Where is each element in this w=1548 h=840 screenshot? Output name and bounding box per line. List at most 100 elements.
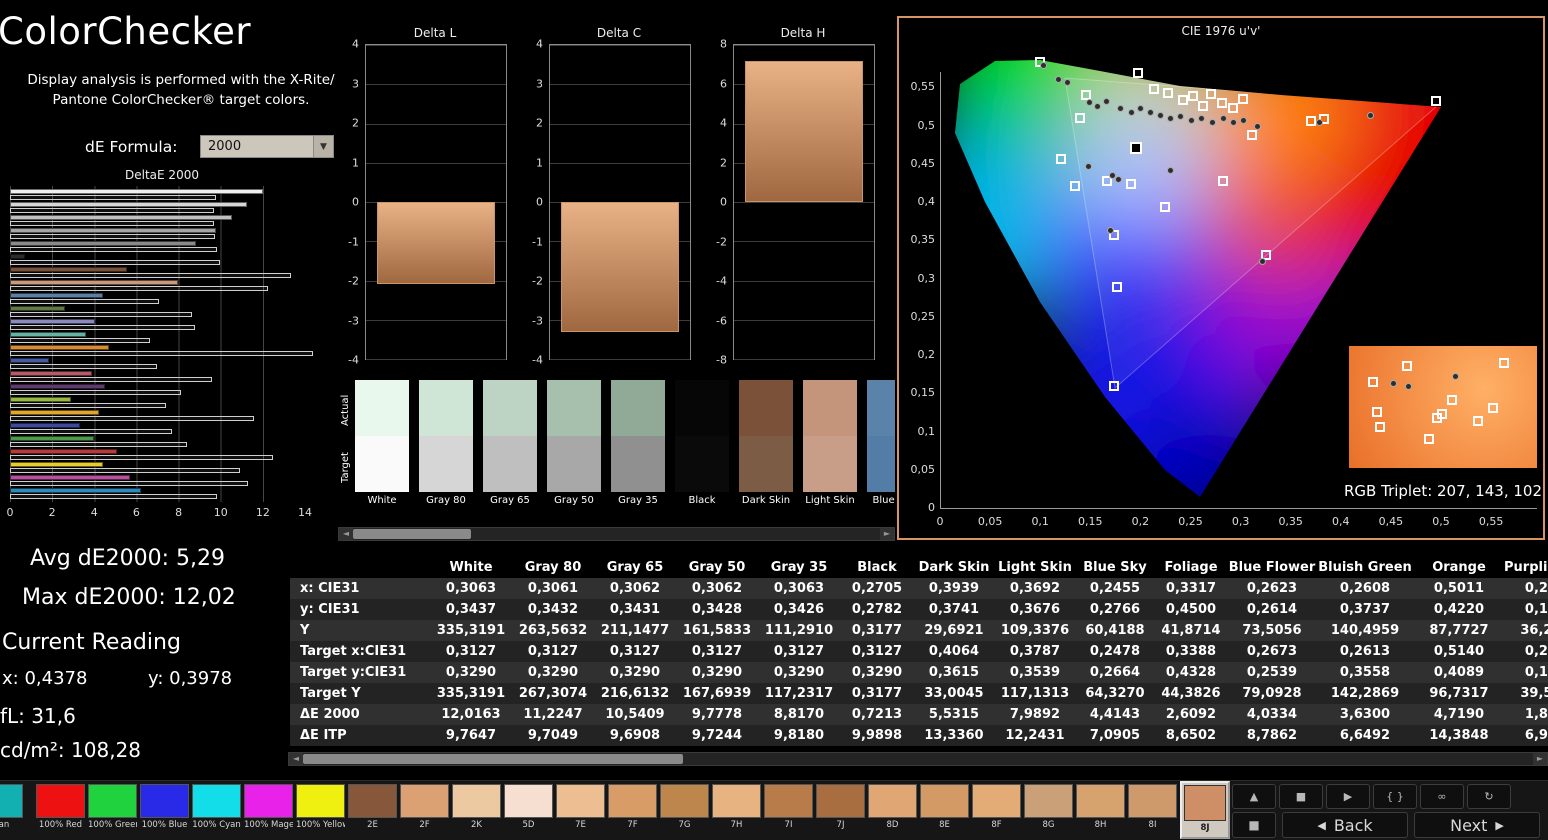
row-label: y: CIE31 [290,599,430,620]
table-cell: 140,4959 [1316,620,1414,641]
de2000-bar [10,462,103,467]
refresh-button[interactable]: ↻ [1467,784,1511,809]
actual-row-label: Actual [340,382,353,438]
table-cell: 111,2910 [758,620,840,641]
patch-label: 7E [556,820,605,830]
braces-button[interactable]: { } [1373,784,1417,809]
table-cell: 44,3826 [1154,683,1228,704]
swatch-strip-scrollbar[interactable]: ◄► [338,527,895,541]
inset-target-point [1368,377,1378,387]
table-cell: 73,5056 [1228,620,1316,641]
patch-color [192,784,241,818]
de2000-bar [10,488,141,493]
toolbar-patch-100-green[interactable]: 100% Green [88,784,137,836]
gridline [550,359,690,360]
y-axis-labels: 43210-1-2-3-4 [522,44,546,360]
table-row: y: CIE310,34370,34320,34310,34280,34260,… [290,599,1548,620]
toolbar-patch-100-blue[interactable]: 100% Blue [140,784,189,836]
scroll-left-button[interactable]: ◄ [289,753,303,765]
stop-button[interactable]: ■ [1232,812,1276,838]
patch-label: 7J [816,820,865,830]
next-button[interactable]: Next ▶ [1414,812,1540,838]
gridline [734,241,874,242]
toolbar-patch-5d[interactable]: 5D [504,784,553,836]
toolbar-patch-8f[interactable]: 8F [972,784,1021,836]
table-cell: 0,3063 [758,578,840,599]
measured-point [1167,167,1174,174]
column-header: Bluish Green [1316,556,1414,578]
measured-point [1177,113,1184,120]
toolbar-patch-7i[interactable]: 7I [764,784,813,836]
scroll-right-button[interactable]: ► [1533,753,1547,765]
patch-label: 100% Yellow [296,820,345,830]
table-cell: 335,3191 [430,620,512,641]
toolbar-patch-7f[interactable]: 7F [608,784,657,836]
target-point [1247,130,1257,140]
toolbar-patch-7j[interactable]: 7J [816,784,865,836]
deitp-bar [10,455,273,460]
chart-plot [549,44,691,360]
axis-tick-label: -8 [716,354,727,367]
de-formula-dropdown[interactable]: 2000 ▼ [200,135,334,158]
back-button[interactable]: ◀ Back [1282,812,1408,838]
toolbar-patch-7h[interactable]: 7H [712,784,761,836]
toolbar-patch-8e[interactable]: 8E [920,784,969,836]
patch-label: 8D [868,820,917,830]
infinity-button[interactable]: ∞ [1420,784,1464,809]
chart-title: Delta L [360,26,510,40]
patch-label: 5D [504,820,553,830]
toolbar-patch-8g[interactable]: 8G [1024,784,1073,836]
toolbar-patch-2k[interactable]: 2K [452,784,501,836]
de2000-bar [10,241,196,246]
target-point [1188,91,1198,101]
table-cell: 0,3127 [512,641,594,662]
column-header: Dark Skin [914,556,994,578]
toolbar-patch-100-magenta[interactable]: 100% Magenta [244,784,293,836]
scroll-right-button[interactable]: ► [880,528,894,540]
target-point [1228,103,1238,113]
toolbar-patch-cyan[interactable]: Cyan [0,784,23,836]
color-patch-label: Gray 35 [611,495,665,506]
toolbar-patch-8j[interactable]: 8J [1180,781,1230,839]
deitp-bar [10,221,214,226]
patch-label: 100% Magenta [244,820,293,830]
table-cell: 0,4089 [1414,662,1504,683]
actual-swatch [611,380,665,436]
play-button[interactable]: ▶ [1326,784,1370,809]
toolbar-patch-100-red[interactable]: 100% Red [36,784,85,836]
target-swatch [419,436,473,492]
patch-label: 2F [400,820,449,830]
scroll-left-button[interactable]: ◄ [339,528,353,540]
toolbar-patch-7g[interactable]: 7G [660,784,709,836]
toolbar-patch-2e[interactable]: 2E [348,784,397,836]
caret-up-button[interactable]: ▲ [1232,784,1276,809]
delta-value-bar [561,202,679,332]
scroll-thumb[interactable] [303,754,683,764]
deitp-bar [10,468,240,473]
deltae-bar-pair [10,345,305,356]
measured-point [1157,112,1164,119]
toolbar-patch-7e[interactable]: 7E [556,784,605,836]
toolbar-patch-8h[interactable]: 8H [1076,784,1125,836]
table-row: ΔE ITP9,76479,70499,69089,72449,81809,98… [290,725,1548,746]
toolbar-patch-8i[interactable]: 8I [1128,784,1177,836]
toolbar-patch-2f[interactable]: 2F [400,784,449,836]
panel-button[interactable]: ■ [1279,784,1323,809]
table-scrollbar[interactable]: ◄► [288,752,1548,766]
toolbar-patch-8d[interactable]: 8D [868,784,917,836]
patch-label: 8G [1024,820,1073,830]
measured-point [1316,119,1323,126]
de2000-bar [10,254,25,259]
scroll-thumb[interactable] [353,529,471,539]
color-patch: Gray 65 [483,380,537,512]
inset-measured-point [1390,380,1397,387]
patch-color [140,784,189,818]
axis-tick-label: -3 [532,314,543,327]
de2000-bar [10,319,95,324]
de2000-bar [10,436,94,441]
toolbar-patch-100-yellow[interactable]: 100% Yellow [296,784,345,836]
row-label: x: CIE31 [290,578,430,599]
measured-point [1220,115,1227,122]
toolbar-patch-100-cyan[interactable]: 100% Cyan [192,784,241,836]
table-cell: 161,5833 [676,620,758,641]
